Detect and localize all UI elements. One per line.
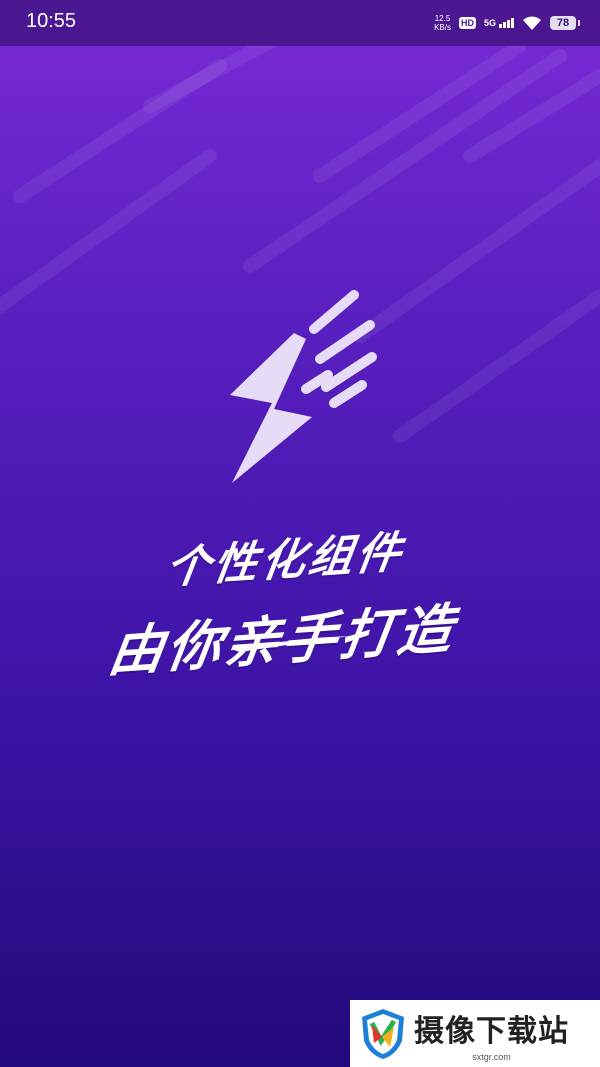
wifi-icon — [523, 16, 541, 30]
network-speed-value: 12.5 — [434, 14, 451, 23]
hd-icon: HD — [458, 17, 476, 29]
watermark-subtitle: sxtgr.com — [472, 1051, 511, 1062]
watermark-banner: 摄像下载站 sxtgr.com — [350, 1000, 600, 1067]
network-speed-unit: KB/s — [434, 23, 451, 32]
battery-icon: 78 — [550, 16, 580, 30]
watermark-title: 摄像下载站 — [414, 1013, 569, 1049]
lightning-bolt-logo-icon — [230, 290, 377, 483]
signal-icon: 5G — [484, 18, 514, 28]
status-time: 10:55 — [26, 10, 77, 32]
slogan-line-2: 由你亲手打造 — [104, 597, 460, 684]
battery-level: 78 — [556, 17, 570, 29]
status-bar: 10:55 12.5 KB/s HD 5G 78 — [0, 0, 600, 46]
shield-logo-icon — [362, 1008, 404, 1059]
status-indicators: 12.5 KB/s HD 5G 78 — [434, 12, 580, 34]
slogan-line-1: 个性化组件 — [162, 526, 408, 595]
network-speed: 12.5 KB/s — [434, 14, 451, 32]
slogan-swoosh — [234, 636, 350, 652]
network-type-label: 5G — [483, 18, 496, 28]
